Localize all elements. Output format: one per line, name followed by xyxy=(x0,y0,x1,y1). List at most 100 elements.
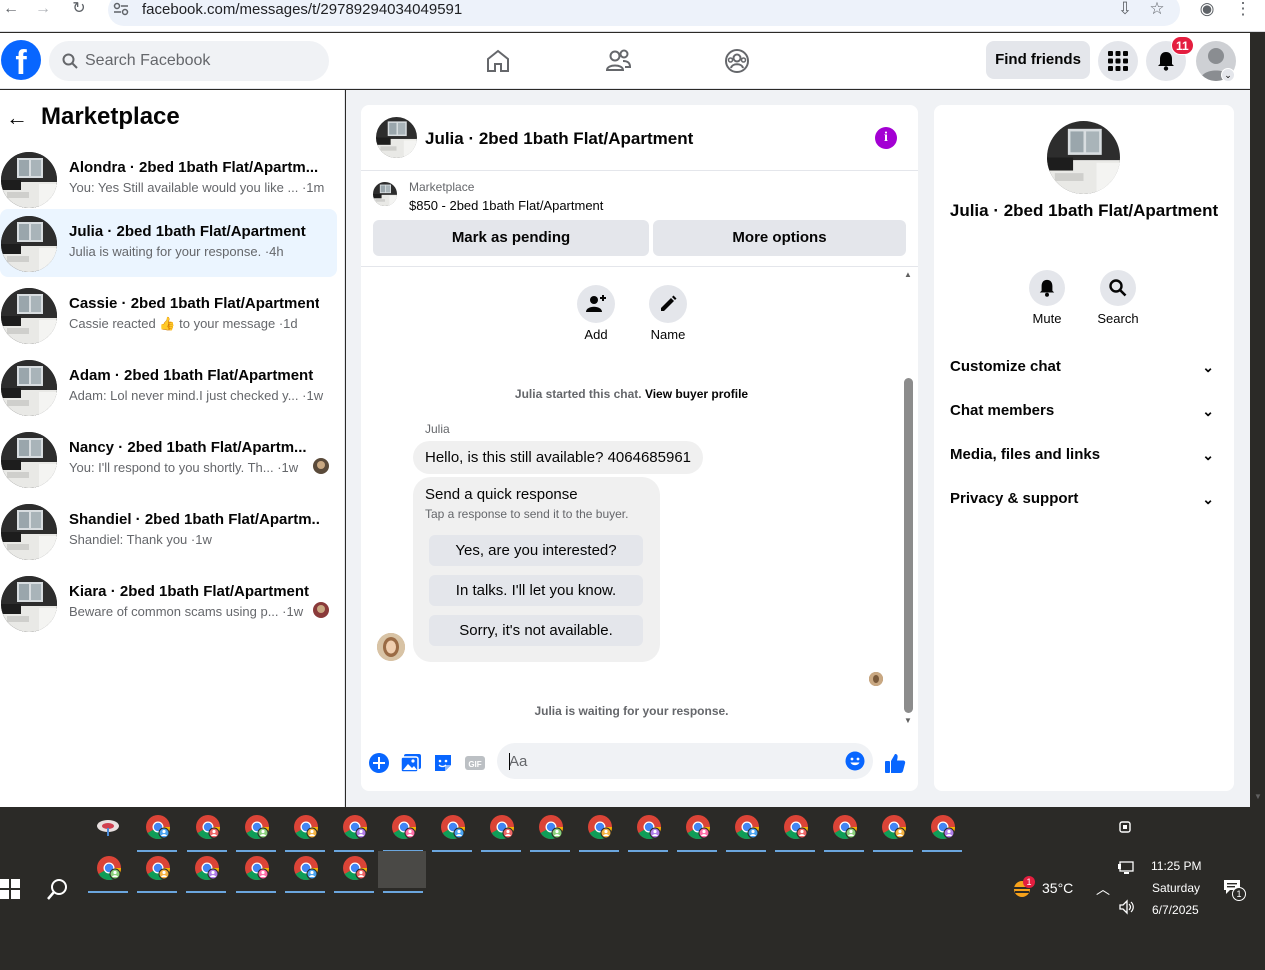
media-files-links-section[interactable]: Media, files and links ⌄ xyxy=(950,443,1218,467)
chrome-icon[interactable] xyxy=(194,855,220,881)
scroll-down-arrow-icon[interactable]: ▼ xyxy=(902,716,914,726)
clock-date[interactable]: 6/7/2025 xyxy=(1152,903,1199,917)
search-in-chat-button[interactable] xyxy=(1100,270,1136,306)
chrome-icon[interactable] xyxy=(685,814,711,840)
thumbs-up-icon[interactable] xyxy=(884,752,906,774)
quick-reply-button[interactable]: Sorry, it's not available. xyxy=(429,615,643,646)
mark-as-pending-button[interactable]: Mark as pending xyxy=(373,220,649,256)
menu-button[interactable] xyxy=(1098,41,1138,81)
clock-time[interactable]: 11:25 PM xyxy=(1151,859,1201,873)
chat-listing-thumbnail[interactable] xyxy=(376,117,417,158)
scroll-up-arrow-icon[interactable]: ▲ xyxy=(902,270,914,280)
details-title[interactable]: Julia · 2bed 1bath Flat/Apartment xyxy=(934,201,1234,221)
chrome-icon[interactable] xyxy=(342,814,368,840)
listing-price[interactable]: $850 - 2bed 1bath Flat/Apartment xyxy=(409,198,603,213)
quick-reply-button[interactable]: In talks. I'll let you know. xyxy=(429,575,643,606)
chrome-icon[interactable] xyxy=(489,814,515,840)
clock-day[interactable]: Saturday xyxy=(1152,881,1200,895)
message-bubble[interactable]: Hello, is this still available? 40646859… xyxy=(413,441,704,474)
conversation-row[interactable]: Cassie · 2bed 1bath Flat/Apartment Cassie… xyxy=(0,281,337,349)
add-people-button[interactable] xyxy=(577,285,615,323)
sender-avatar[interactable] xyxy=(377,633,405,661)
reload-icon[interactable]: ↻ xyxy=(68,0,90,20)
chat-members-section[interactable]: Chat members ⌄ xyxy=(950,399,1218,423)
plus-icon[interactable] xyxy=(368,752,390,774)
chrome-icon[interactable] xyxy=(783,814,809,840)
windows-start-icon[interactable] xyxy=(0,879,20,899)
conversation-row[interactable]: Adam · 2bed 1bath Flat/Apartment Adam: Lo… xyxy=(0,353,337,421)
info-icon[interactable]: i xyxy=(875,127,897,149)
conversation-row[interactable]: Shandiel · 2bed 1bath Flat/Apartm... Shan… xyxy=(0,497,337,565)
chrome-icon[interactable] xyxy=(244,855,270,881)
chrome-icon[interactable] xyxy=(293,855,319,881)
chrome-icon[interactable] xyxy=(96,855,122,881)
more-options-button[interactable]: More options xyxy=(653,220,906,256)
account-chevron-icon[interactable]: ⌄ xyxy=(1221,68,1235,82)
temperature[interactable]: 35°C xyxy=(1042,880,1073,896)
groups-icon[interactable] xyxy=(723,47,751,75)
chrome-icon[interactable] xyxy=(342,855,368,881)
bookmark-star-icon[interactable]: ☆ xyxy=(1147,0,1167,20)
chrome-icon[interactable] xyxy=(440,814,466,840)
name-chat-button[interactable] xyxy=(649,285,687,323)
conversation-preview: You: Yes Still available would you like … xyxy=(69,180,324,195)
message-composer[interactable] xyxy=(497,743,873,779)
taskbar-search-icon[interactable] xyxy=(46,877,70,901)
chat-title[interactable]: Julia · 2bed 1bath Flat/Apartment xyxy=(425,129,693,149)
sticker-icon[interactable] xyxy=(432,752,454,774)
forward-icon[interactable]: → xyxy=(32,0,54,20)
message-input[interactable] xyxy=(509,743,829,779)
chrome-icon[interactable] xyxy=(881,814,907,840)
home-icon[interactable] xyxy=(484,47,512,75)
chrome-icon[interactable] xyxy=(734,814,760,840)
chrome-icon[interactable] xyxy=(293,814,319,840)
chrome-icon[interactable] xyxy=(145,814,171,840)
chrome-icon[interactable] xyxy=(244,814,270,840)
chrome-icon[interactable] xyxy=(538,814,564,840)
customize-chat-section[interactable]: Customize chat ⌄ xyxy=(950,355,1218,379)
back-arrow-icon[interactable]: ← xyxy=(6,107,30,131)
chat-scrollbar[interactable] xyxy=(904,378,913,713)
meet-now-icon[interactable] xyxy=(1118,819,1134,835)
gif-icon[interactable]: GIF xyxy=(464,752,486,774)
facebook-logo[interactable]: f xyxy=(1,40,41,80)
quick-response-subtitle: Tap a response to send it to the buyer. xyxy=(425,507,629,521)
emoji-icon[interactable] xyxy=(845,751,865,771)
search-box[interactable] xyxy=(49,41,329,81)
network-icon[interactable] xyxy=(1118,860,1136,876)
chrome-icon[interactable] xyxy=(145,855,171,881)
chrome-icon[interactable] xyxy=(587,814,613,840)
browser-menu-icon[interactable]: ⋮ xyxy=(1233,0,1253,20)
profile-icon[interactable]: ◉ xyxy=(1197,0,1217,20)
chrome-icon[interactable] xyxy=(391,814,417,840)
page-scroll-down-icon[interactable]: ▼ xyxy=(1252,792,1264,804)
listing-large-thumbnail[interactable] xyxy=(1047,121,1120,194)
chrome-icon[interactable] xyxy=(195,814,221,840)
add-label: Add xyxy=(584,327,608,342)
conversation-row[interactable]: Julia · 2bed 1bath Flat/Apartment Julia i… xyxy=(0,209,337,277)
friends-icon[interactable] xyxy=(604,47,632,75)
conversation-row[interactable]: Kiara · 2bed 1bath Flat/Apartment Beware … xyxy=(0,569,337,637)
conversation-preview: Julia is waiting for your response. ·4h xyxy=(69,244,284,259)
conversation-row[interactable]: Alondra · 2bed 1bath Flat/Apartm... You: … xyxy=(0,145,337,213)
volume-icon[interactable] xyxy=(1118,899,1136,915)
find-friends-button[interactable]: Find friends xyxy=(986,41,1090,79)
chrome-icon[interactable] xyxy=(636,814,662,840)
chrome-icon[interactable] xyxy=(930,814,956,840)
photo-icon[interactable] xyxy=(400,752,422,774)
view-buyer-profile-link[interactable]: View buyer profile xyxy=(645,387,748,401)
conversation-row[interactable]: Nancy · 2bed 1bath Flat/Apartm... You: I'… xyxy=(0,425,337,493)
back-icon[interactable]: ← xyxy=(0,0,22,20)
privacy-support-section[interactable]: Privacy & support ⌄ xyxy=(950,487,1218,511)
site-settings-icon[interactable] xyxy=(113,2,129,16)
mute-button[interactable] xyxy=(1029,270,1065,306)
url-text[interactable]: facebook.com/messages/t/2978929403404959… xyxy=(142,1,462,18)
chrome-icon[interactable] xyxy=(832,814,858,840)
install-app-icon[interactable]: ⇩ xyxy=(1115,0,1135,20)
running-indicator xyxy=(824,850,864,852)
search-input[interactable] xyxy=(85,41,315,81)
listing-thumbnail[interactable] xyxy=(373,182,397,206)
app-icon[interactable] xyxy=(95,814,121,840)
quick-reply-button[interactable]: Yes, are you interested? xyxy=(429,535,643,566)
show-hidden-icons-icon[interactable]: ︿ xyxy=(1096,879,1110,899)
